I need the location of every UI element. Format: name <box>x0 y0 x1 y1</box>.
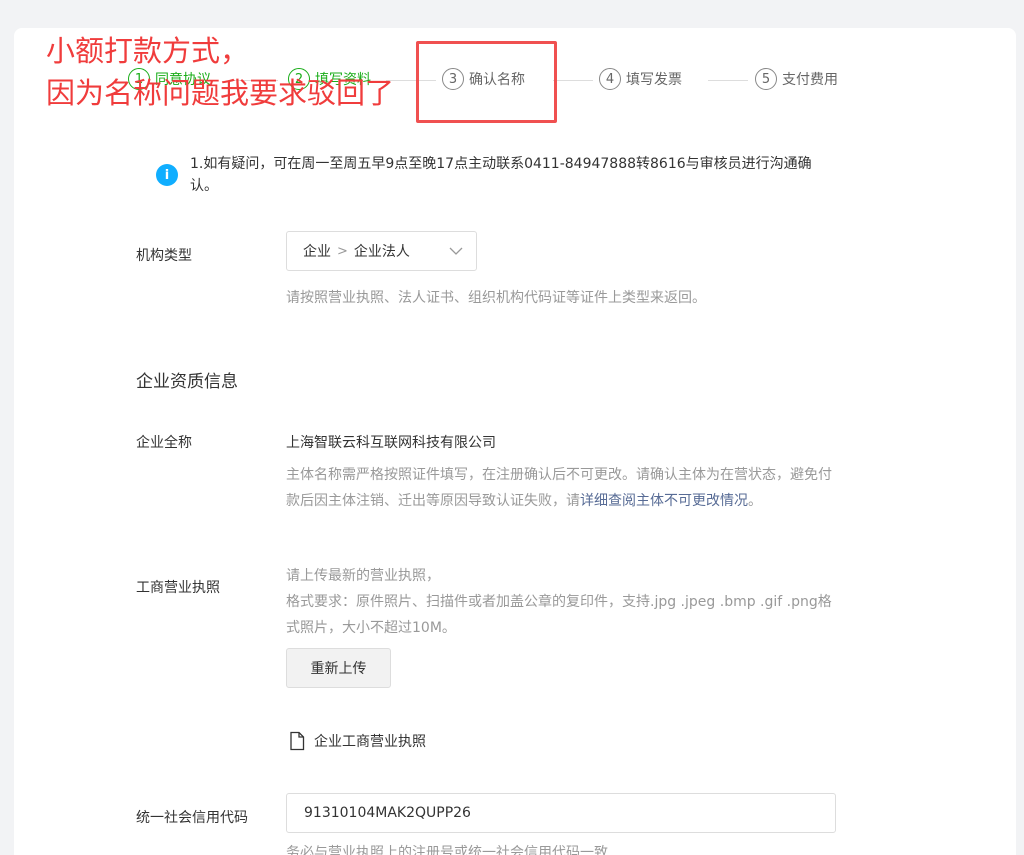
company-name-label: 企业全称 <box>136 435 192 451</box>
license-hint: 请上传最新的营业执照， 格式要求：原件照片、扫描件或者加盖公章的复印件，支持.j… <box>286 563 836 641</box>
file-name: 企业工商营业执照 <box>314 734 426 750</box>
annotation-highlight-box <box>416 41 557 123</box>
license-hint-line2: 格式要求：原件照片、扫描件或者加盖公章的复印件，支持.jpg .jpeg .bm… <box>286 594 832 636</box>
chevron-down-icon <box>449 247 463 255</box>
uploaded-file[interactable]: 企业工商营业执照 <box>288 731 426 751</box>
step-4: 4 填写发票 <box>599 68 682 90</box>
company-name-hint: 主体名称需严格按照证件填写，在注册确认后不可更改。请确认主体为在营状态，避免付款… <box>286 462 836 514</box>
annotation-text: 小额打款方式， 因为名称问题我要求驳回了 <box>46 30 394 114</box>
info-icon: i <box>156 164 178 186</box>
step-connector <box>708 80 748 81</box>
chevron-right-icon: > <box>337 243 348 259</box>
org-type-level2: 企业法人 <box>353 244 410 260</box>
org-type-level1: 企业 <box>303 244 331 260</box>
reupload-button[interactable]: 重新上传 <box>286 648 391 688</box>
step-label: 填写发票 <box>626 72 682 88</box>
annotation-line-1: 小额打款方式， <box>46 34 250 68</box>
step-label: 支付费用 <box>782 72 838 88</box>
notice-banner: i 1.如有疑问，可在周一至周五早9点至晚17点主动联系0411-8494788… <box>156 153 816 197</box>
name-policy-link[interactable]: 详细查阅主体不可更改情况 <box>580 493 748 509</box>
section-title: 企业资质信息 <box>136 372 238 392</box>
license-hint-line1: 请上传最新的营业执照， <box>286 568 440 584</box>
credit-code-label: 统一社会信用代码 <box>136 810 248 826</box>
credit-code-input[interactable]: 91310104MAK2QUPP26 <box>286 793 836 833</box>
company-name-value: 上海智联云科互联网科技有限公司 <box>286 435 496 451</box>
org-type-select[interactable]: 企业 > 企业法人 <box>286 231 477 271</box>
org-type-label: 机构类型 <box>136 248 192 264</box>
license-label: 工商营业执照 <box>136 580 220 596</box>
annotation-line-2: 因为名称问题我要求驳回了 <box>46 76 395 110</box>
step-5: 5 支付费用 <box>755 68 838 90</box>
notice-text: 1.如有疑问，可在周一至周五早9点至晚17点主动联系0411-84947888转… <box>190 156 812 194</box>
file-icon <box>290 731 305 751</box>
step-number: 5 <box>755 68 777 90</box>
company-name-hint-suffix: 。 <box>748 493 762 509</box>
step-number: 4 <box>599 68 621 90</box>
org-type-hint: 请按照营业执照、法人证书、组织机构代码证等证件上类型来返回。 <box>286 290 706 306</box>
credit-code-hint: 务必与营业执照上的注册号或统一社会信用代码一致 <box>286 845 608 855</box>
step-connector <box>553 80 593 81</box>
